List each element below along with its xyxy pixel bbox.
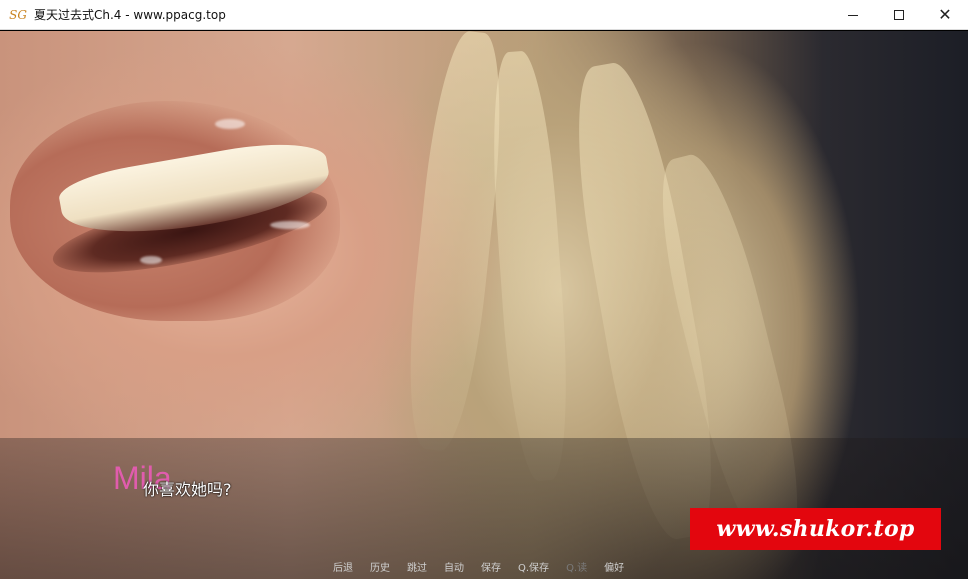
quick-menu-quick-save[interactable]: Q.保存	[518, 562, 549, 576]
watermark-banner: www.shukor.top	[690, 508, 941, 550]
maximize-icon	[894, 10, 904, 20]
minimize-icon	[848, 14, 858, 16]
window-titlebar: SG 夏天过去式Ch.4 - www.ppacg.top ✕	[0, 0, 968, 30]
minimize-button[interactable]	[830, 0, 876, 30]
quick-menu: 后退 历史 跳过 自动 保存 Q.保存 Q.读 偏好	[333, 562, 641, 576]
quick-menu-save[interactable]: 保存	[481, 562, 501, 576]
quick-menu-auto[interactable]: 自动	[444, 562, 464, 576]
scene-lip-gloss	[270, 221, 310, 229]
dialogue-text: 你喜欢她吗?	[143, 480, 232, 499]
quick-menu-skip[interactable]: 跳过	[407, 562, 427, 576]
quick-menu-history[interactable]: 历史	[370, 562, 390, 576]
close-button[interactable]: ✕	[922, 0, 968, 30]
maximize-button[interactable]	[876, 0, 922, 30]
quick-menu-quick-load[interactable]: Q.读	[566, 562, 587, 576]
close-icon: ✕	[938, 5, 952, 24]
scene-lip-gloss	[215, 119, 245, 129]
scene-lip-gloss	[140, 256, 162, 264]
window-title: 夏天过去式Ch.4 - www.ppacg.top	[34, 8, 226, 22]
app-logo-icon: SG	[9, 7, 27, 22]
scene-hair	[485, 49, 575, 483]
scene-hair	[398, 31, 512, 454]
watermark-text: www.shukor.top	[716, 516, 915, 542]
quick-menu-back[interactable]: 后退	[333, 562, 353, 576]
window-controls: ✕	[830, 0, 968, 30]
quick-menu-preferences[interactable]: 偏好	[604, 562, 624, 576]
